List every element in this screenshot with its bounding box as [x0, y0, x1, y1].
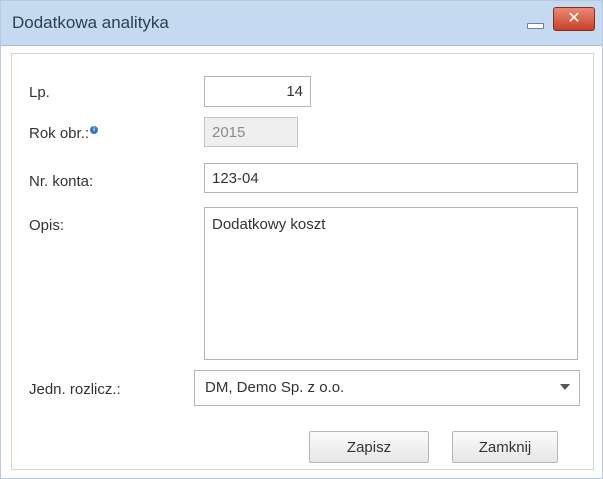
rok-input: [204, 117, 298, 147]
lp-input[interactable]: [204, 76, 311, 107]
dialog-title: Dodatkowa analityka: [12, 13, 169, 32]
close-window-button[interactable]: ✕: [553, 7, 595, 31]
konto-input[interactable]: [204, 163, 578, 193]
close-icon: ✕: [567, 10, 581, 27]
jedn-select-value: DM, Demo Sp. z o.o.: [205, 379, 345, 396]
dialog-window: Dodatkowa analityka ✕ Lp. Rok obr.:i Nr.…: [0, 0, 603, 479]
minimize-button[interactable]: [525, 14, 544, 30]
title-bar[interactable]: Dodatkowa analityka ✕: [1, 1, 602, 46]
minimize-icon: [527, 23, 544, 29]
dropdown-arrow-icon: [560, 384, 570, 390]
rok-label: Rok obr.: i: [29, 125, 99, 142]
jedn-label: Jedn. rozlicz.:: [29, 381, 121, 398]
jedn-select[interactable]: DM, Demo Sp. z o.o.: [194, 370, 580, 406]
info-icon[interactable]: i: [90, 126, 99, 134]
close-button[interactable]: Zamknij: [452, 431, 558, 463]
lp-label: Lp.: [29, 84, 50, 101]
opis-label: Opis:: [29, 217, 65, 234]
form-panel: Lp. Rok obr.:i Nr. konta: Opis: Dodatkow…: [11, 53, 594, 470]
konto-label: Nr. konta:: [29, 173, 94, 190]
rok-label-text: Rok obr.:: [29, 125, 90, 142]
opis-textarea[interactable]: Dodatkowy koszt: [204, 207, 578, 360]
save-button[interactable]: Zapisz: [309, 431, 429, 463]
